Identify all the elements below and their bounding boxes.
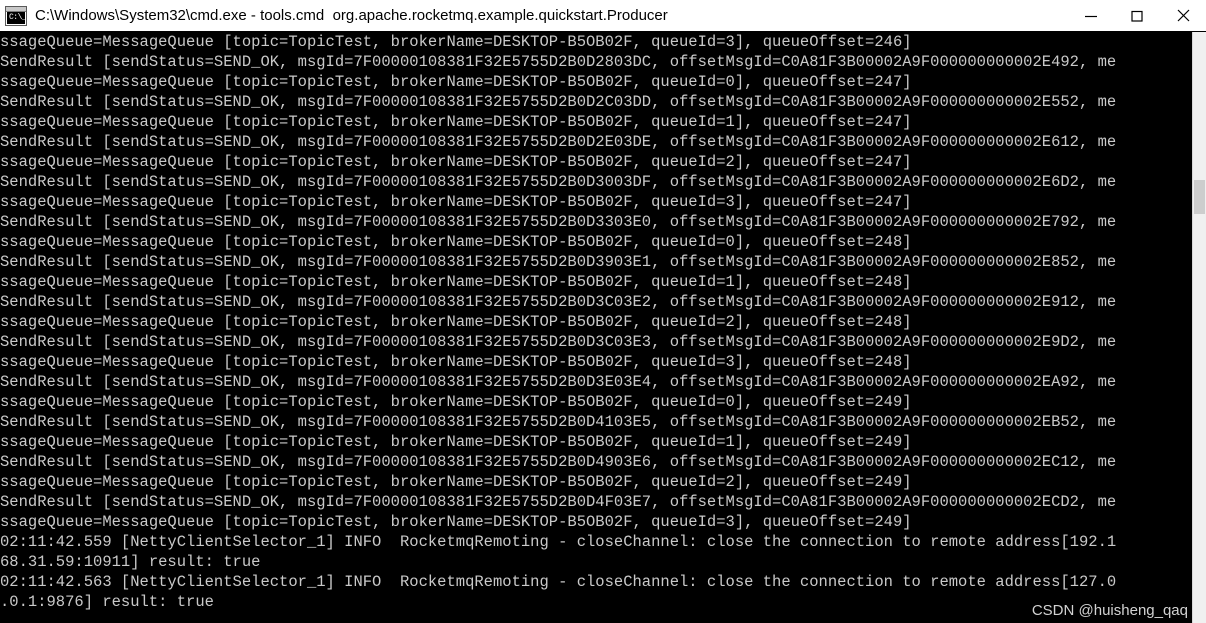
- console-line: SendResult [sendStatus=SEND_OK, msgId=7F…: [0, 413, 1117, 431]
- window-controls: [1068, 0, 1206, 31]
- cmd-console-icon: C:\_: [5, 5, 27, 26]
- console-line: ssageQueue=MessageQueue [topic=TopicTest…: [0, 193, 912, 211]
- console-line: ssageQueue=MessageQueue [topic=TopicTest…: [0, 473, 912, 491]
- console-line: ssageQueue=MessageQueue [topic=TopicTest…: [0, 393, 912, 411]
- close-button[interactable]: [1160, 0, 1206, 31]
- cmd-window: C:\_ C:\Windows\System32\cmd.exe - tools…: [0, 0, 1206, 623]
- console-line: ssageQueue=MessageQueue [topic=TopicTest…: [0, 153, 912, 171]
- console-line: .0.1:9876] result: true: [0, 593, 214, 611]
- window-title: C:\Windows\System32\cmd.exe - tools.cmd …: [35, 6, 668, 24]
- console-line: SendResult [sendStatus=SEND_OK, msgId=7F…: [0, 173, 1117, 191]
- console-line: ssageQueue=MessageQueue [topic=TopicTest…: [0, 33, 912, 51]
- scrollbar-thumb[interactable]: [1194, 180, 1205, 214]
- console-line: SendResult [sendStatus=SEND_OK, msgId=7F…: [0, 253, 1117, 271]
- console-line: ssageQueue=MessageQueue [topic=TopicTest…: [0, 113, 912, 131]
- console-line: SendResult [sendStatus=SEND_OK, msgId=7F…: [0, 333, 1117, 351]
- console-line: ssageQueue=MessageQueue [topic=TopicTest…: [0, 353, 912, 371]
- console-line: ssageQueue=MessageQueue [topic=TopicTest…: [0, 313, 912, 331]
- console-line: SendResult [sendStatus=SEND_OK, msgId=7F…: [0, 453, 1117, 471]
- console-line: 68.31.59:10911] result: true: [0, 553, 261, 571]
- console-line: ssageQueue=MessageQueue [topic=TopicTest…: [0, 273, 912, 291]
- console-line: ssageQueue=MessageQueue [topic=TopicTest…: [0, 513, 912, 531]
- console-line: SendResult [sendStatus=SEND_OK, msgId=7F…: [0, 293, 1117, 311]
- console-line: 02:11:42.559 [NettyClientSelector_1] INF…: [0, 533, 1117, 551]
- console-line: SendResult [sendStatus=SEND_OK, msgId=7F…: [0, 213, 1117, 231]
- minimize-button[interactable]: [1068, 0, 1114, 31]
- vertical-scrollbar[interactable]: [1192, 32, 1206, 623]
- icon-prompt-text: C:\_: [9, 12, 27, 22]
- console-line: SendResult [sendStatus=SEND_OK, msgId=7F…: [0, 93, 1117, 111]
- console-line: SendResult [sendStatus=SEND_OK, msgId=7F…: [0, 53, 1117, 71]
- window-titlebar[interactable]: C:\_ C:\Windows\System32\cmd.exe - tools…: [0, 0, 1206, 32]
- console-line: SendResult [sendStatus=SEND_OK, msgId=7F…: [0, 373, 1117, 391]
- console-line: ssageQueue=MessageQueue [topic=TopicTest…: [0, 233, 912, 251]
- console-line: ssageQueue=MessageQueue [topic=TopicTest…: [0, 433, 912, 451]
- maximize-button[interactable]: [1114, 0, 1160, 31]
- console-line: ssageQueue=MessageQueue [topic=TopicTest…: [0, 73, 912, 91]
- terminal-area: ssageQueue=MessageQueue [topic=TopicTest…: [0, 32, 1206, 623]
- console-line: SendResult [sendStatus=SEND_OK, msgId=7F…: [0, 493, 1117, 511]
- console-output[interactable]: ssageQueue=MessageQueue [topic=TopicTest…: [0, 32, 1192, 623]
- console-line: SendResult [sendStatus=SEND_OK, msgId=7F…: [0, 133, 1117, 151]
- console-line: 02:11:42.563 [NettyClientSelector_1] INF…: [0, 573, 1117, 591]
